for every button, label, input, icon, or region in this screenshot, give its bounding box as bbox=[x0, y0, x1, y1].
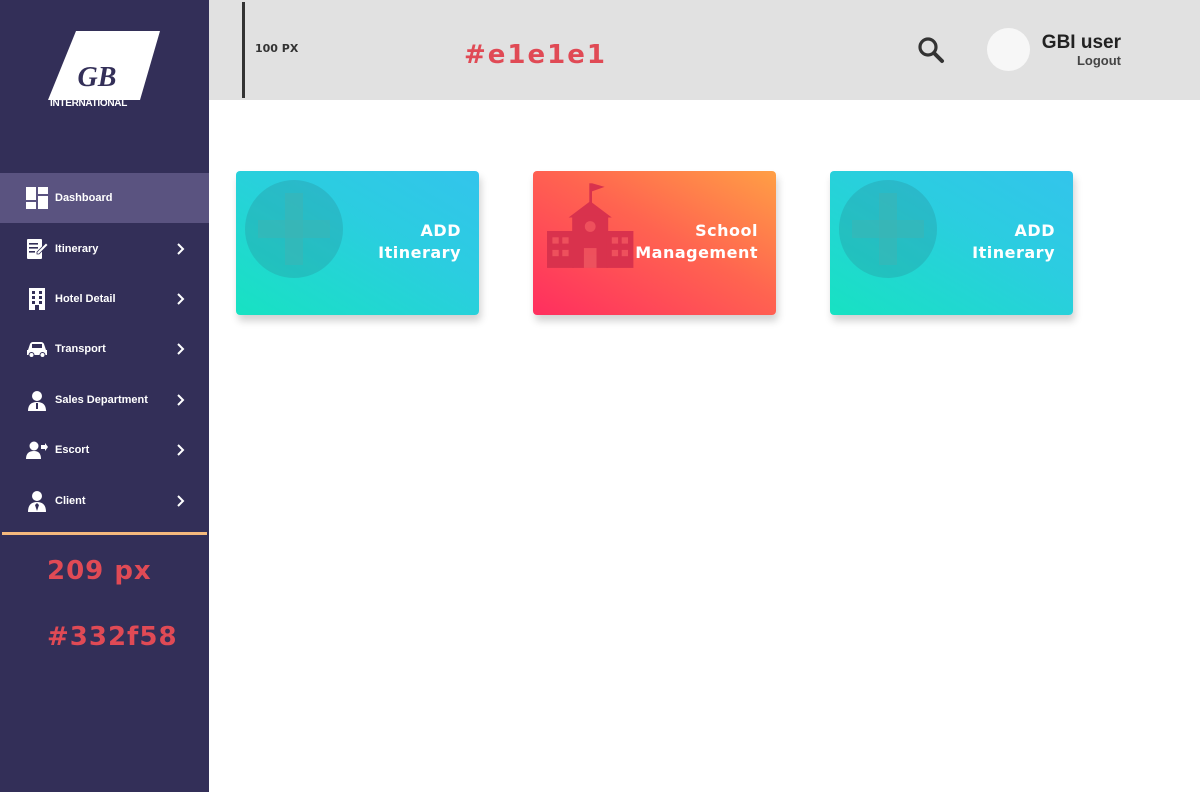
card-title-line1: School bbox=[695, 221, 758, 240]
dashboard-icon bbox=[25, 187, 48, 210]
sidebar-item-itinerary[interactable]: Itinerary bbox=[0, 223, 209, 273]
card-title-line1: ADD bbox=[1014, 221, 1055, 240]
sidebar-item-label: Itinerary bbox=[55, 242, 99, 255]
sidebar-divider bbox=[2, 532, 207, 535]
annotation-sidebar-color: #332f58 bbox=[47, 622, 178, 652]
sidebar-item-label: Hotel Detail bbox=[55, 292, 116, 305]
search-icon[interactable] bbox=[917, 36, 945, 64]
plus-circle-icon bbox=[839, 180, 937, 278]
chevron-right-icon bbox=[177, 293, 185, 305]
sidebar-item-label: Sales Department bbox=[55, 393, 148, 406]
card-title-line2: Itinerary bbox=[378, 243, 461, 262]
gb-international-logo[interactable]: GB INTERNATIONAL bbox=[46, 30, 164, 109]
logo-text: INTERNATIONAL bbox=[50, 98, 128, 109]
logo-letters: GB bbox=[78, 62, 117, 93]
logout-link[interactable]: Logout bbox=[1077, 53, 1121, 68]
sidebar-item-hotel-detail[interactable]: Hotel Detail bbox=[0, 274, 209, 324]
header-divider bbox=[242, 2, 245, 98]
card-add-itinerary[interactable]: ADD Itinerary bbox=[830, 171, 1073, 315]
sidebar-nav: Dashboard Itinerary Hotel Detail Transpo… bbox=[0, 173, 209, 526]
plus-circle-icon bbox=[245, 180, 343, 278]
salesperson-icon bbox=[25, 388, 48, 411]
sidebar-item-label: Dashboard bbox=[55, 192, 113, 205]
card-title: ADD Itinerary bbox=[972, 220, 1055, 264]
card-add-itinerary[interactable]: ADD Itinerary bbox=[236, 171, 479, 315]
card-title: School Management bbox=[635, 220, 758, 264]
sidebar-item-sales-department[interactable]: Sales Department bbox=[0, 375, 209, 425]
sidebar-item-label: Transport bbox=[55, 343, 106, 356]
card-title-line2: Itinerary bbox=[972, 243, 1055, 262]
sidebar-item-label: Escort bbox=[55, 444, 90, 457]
annotation-header-height: 100 PX bbox=[255, 42, 299, 55]
app: GB INTERNATIONAL #5a5380 Dashboard Itine… bbox=[0, 0, 1200, 792]
sidebar-item-dashboard[interactable]: Dashboard bbox=[0, 173, 209, 224]
chevron-right-icon bbox=[177, 343, 185, 356]
card-school-management[interactable]: School Management bbox=[533, 171, 776, 315]
chevron-right-icon bbox=[177, 494, 185, 507]
sidebar-item-label: Client bbox=[55, 494, 86, 507]
annotation-header-color: #e1e1e1 bbox=[464, 40, 607, 70]
sidebar-item-escort[interactable]: Escort bbox=[0, 425, 209, 475]
sidebar-item-transport[interactable]: Transport bbox=[0, 324, 209, 374]
client-icon bbox=[25, 489, 48, 512]
card-title-line2: Management bbox=[635, 243, 758, 262]
avatar[interactable] bbox=[987, 28, 1030, 71]
user-name: GBI user bbox=[1041, 32, 1121, 53]
school-icon bbox=[547, 183, 634, 268]
card-title: ADD Itinerary bbox=[378, 220, 461, 264]
hotel-icon bbox=[25, 287, 48, 310]
car-icon bbox=[25, 338, 48, 361]
logo-mark: GB bbox=[48, 31, 160, 100]
card-title-line1: ADD bbox=[420, 221, 461, 240]
itinerary-icon bbox=[25, 237, 48, 260]
sidebar-item-client[interactable]: Client bbox=[0, 475, 209, 525]
top-header: 100 PX #e1e1e1 GBI user Logout bbox=[209, 0, 1200, 100]
chevron-right-icon bbox=[177, 394, 185, 406]
chevron-right-icon bbox=[177, 444, 185, 456]
annotation-sidebar-width: 209 px bbox=[47, 556, 152, 586]
chevron-right-icon bbox=[177, 242, 185, 255]
sidebar: GB INTERNATIONAL #5a5380 Dashboard Itine… bbox=[0, 0, 209, 792]
escort-icon bbox=[25, 439, 48, 462]
